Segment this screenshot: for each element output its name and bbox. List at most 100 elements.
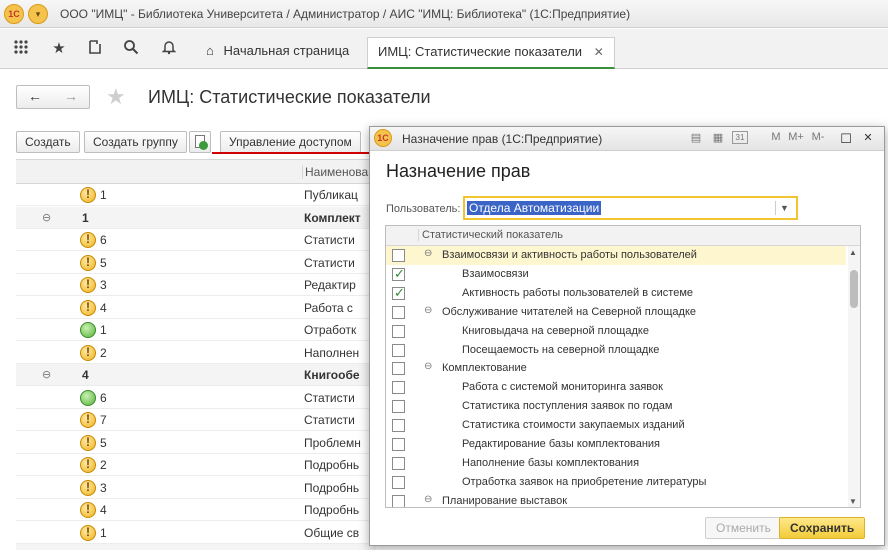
tree-group-row[interactable]: ⊖ Взаимосвязи и активность работы пользов…: [386, 246, 846, 265]
column-indicator-header[interactable]: Статистический показатель: [418, 229, 563, 241]
add-document-button[interactable]: [189, 131, 211, 153]
user-select-value[interactable]: Отдела Автоматизации: [467, 201, 602, 215]
collapse-icon[interactable]: ⊖: [424, 248, 432, 259]
checkbox[interactable]: [392, 438, 405, 451]
create-button[interactable]: Создать: [16, 131, 80, 153]
collapse-icon[interactable]: ⊖: [424, 494, 432, 505]
row-code: 6: [100, 390, 107, 405]
forward-button[interactable]: →: [53, 88, 89, 104]
row-name: Статисти: [304, 233, 355, 247]
chevron-down-icon[interactable]: ▼: [775, 201, 793, 215]
tree-item-row[interactable]: Взаимосвязи: [386, 265, 846, 284]
row-code: 3: [100, 480, 107, 495]
tree-group-row[interactable]: ⊖ Комплектование: [386, 359, 846, 378]
collapse-icon[interactable]: ⊖: [424, 305, 432, 316]
bell-icon[interactable]: [158, 39, 180, 59]
print-icon[interactable]: ▤: [688, 131, 704, 144]
table-row[interactable]: 1 Публикац: [16, 184, 376, 206]
status-warning-icon: [80, 502, 96, 518]
tree-item-row[interactable]: Посещаемость на северной площадке: [386, 341, 846, 360]
table-row[interactable]: 4 Работа с: [16, 297, 376, 319]
table-row[interactable]: 5 Статисти: [16, 252, 376, 274]
tree-item-row[interactable]: Активность работы пользователей в систем…: [386, 284, 846, 303]
star-icon[interactable]: ★: [48, 39, 70, 59]
checkbox[interactable]: [392, 456, 405, 470]
row-code: 5: [100, 435, 107, 450]
tree-scrollbar[interactable]: ▲ ▼: [848, 246, 860, 507]
checkbox[interactable]: [392, 400, 405, 414]
group-row[interactable]: ⊖ 1 Комплект: [16, 206, 376, 229]
table-row[interactable]: 5 Проблемн: [16, 432, 376, 454]
search-icon[interactable]: [120, 39, 142, 59]
tab-statistics[interactable]: ИМЦ: Статистические показатели ✕: [367, 37, 615, 69]
checkbox[interactable]: [392, 249, 405, 262]
memory-plus-icon[interactable]: M+: [788, 131, 804, 143]
scroll-up-icon[interactable]: ▲: [849, 248, 857, 257]
tree-item-row[interactable]: Статистика стоимости закупаемых изданий: [386, 416, 846, 435]
main-menu-button[interactable]: ▾: [28, 4, 48, 24]
row-code: 4: [100, 503, 107, 517]
tree-group-row[interactable]: ⊖ Обслуживание читателей на Северной площ…: [386, 303, 846, 322]
collapse-icon[interactable]: ⊖: [424, 361, 432, 372]
checkbox[interactable]: [392, 362, 405, 376]
cancel-button[interactable]: Отменить: [705, 517, 782, 539]
row-code: 1: [100, 323, 107, 337]
save-button[interactable]: Сохранить: [779, 517, 866, 539]
table-icon[interactable]: ▦: [710, 131, 726, 144]
window-title: ООО "ИМЦ" - Библиотека Университета / Ад…: [60, 7, 631, 21]
maximize-icon[interactable]: ☐: [838, 131, 854, 147]
checkbox[interactable]: [392, 494, 405, 507]
checkbox[interactable]: [392, 266, 405, 282]
table-row[interactable]: 1 Отработк: [16, 319, 376, 341]
history-icon[interactable]: [84, 39, 106, 59]
tree-item-row[interactable]: Наполнение базы комплектования: [386, 454, 846, 473]
calendar-icon[interactable]: 31: [732, 131, 748, 144]
apps-grid-icon[interactable]: [10, 39, 32, 59]
memory-minus-icon[interactable]: M-: [810, 131, 826, 143]
access-control-button[interactable]: Управление доступом: [220, 131, 361, 153]
row-name: Комплект: [304, 210, 361, 225]
create-group-button[interactable]: Создать группу: [84, 131, 187, 153]
checkbox[interactable]: [392, 343, 405, 357]
checkbox[interactable]: [392, 419, 405, 433]
back-button[interactable]: ←: [17, 88, 53, 104]
collapse-icon[interactable]: ⊖: [42, 368, 51, 381]
table-row[interactable]: 4 Подробнь: [16, 499, 376, 521]
tree-header: Статистический показатель: [386, 226, 860, 246]
checkbox[interactable]: [392, 475, 405, 489]
tree-item-row[interactable]: Работа с системой мониторинга заявок: [386, 378, 846, 397]
tab-home[interactable]: ⌂ Начальная страница: [196, 37, 359, 69]
checkbox[interactable]: [392, 285, 405, 301]
table-row[interactable]: 1 Общие св: [16, 522, 376, 544]
group-row[interactable]: ⊖2Каталоги: [16, 544, 376, 550]
memory-icon[interactable]: M: [768, 131, 784, 143]
group-row[interactable]: ⊖ 4 Книгообе: [16, 364, 376, 386]
table-row[interactable]: 3 Подробнь: [16, 477, 376, 499]
user-select[interactable]: Отдела Автоматизации ▼: [463, 196, 798, 220]
tree-item-row[interactable]: Отработка заявок на приобретение литерат…: [386, 473, 846, 492]
table-row[interactable]: 7 Статисти: [16, 409, 376, 431]
checkbox[interactable]: [392, 324, 405, 338]
column-name-header[interactable]: Наименова: [302, 165, 368, 179]
table-row[interactable]: 2 Наполнен: [16, 342, 376, 364]
collapse-icon[interactable]: ⊖: [42, 211, 51, 224]
tree-item-row[interactable]: Статистика поступления заявок по годам: [386, 397, 846, 416]
checkbox[interactable]: [392, 305, 405, 319]
1c-logo-icon[interactable]: 1С: [4, 4, 24, 24]
page-title: ИМЦ: Статистические показатели: [148, 87, 431, 107]
table-row[interactable]: 2 Подробнь: [16, 454, 376, 476]
row-name: Подробнь: [304, 480, 360, 495]
table-row[interactable]: 6 Статисти: [16, 387, 376, 409]
table-row[interactable]: 6 Статисти: [16, 229, 376, 251]
table-row[interactable]: 3 Редактир: [16, 274, 376, 296]
scroll-thumb[interactable]: [850, 270, 858, 308]
user-label: Пользователь:: [386, 203, 461, 215]
favorite-star-icon[interactable]: ★: [106, 84, 126, 110]
tree-item-row[interactable]: Книговыдача на северной площадке: [386, 322, 846, 341]
checkbox[interactable]: [392, 381, 405, 395]
close-icon[interactable]: ✕: [860, 131, 876, 144]
tree-group-row[interactable]: ⊖ Планирование выставок: [386, 492, 846, 507]
close-icon[interactable]: ✕: [594, 45, 604, 59]
scroll-down-icon[interactable]: ▼: [849, 497, 857, 506]
tree-item-row[interactable]: Редактирование базы комплектования: [386, 435, 846, 454]
